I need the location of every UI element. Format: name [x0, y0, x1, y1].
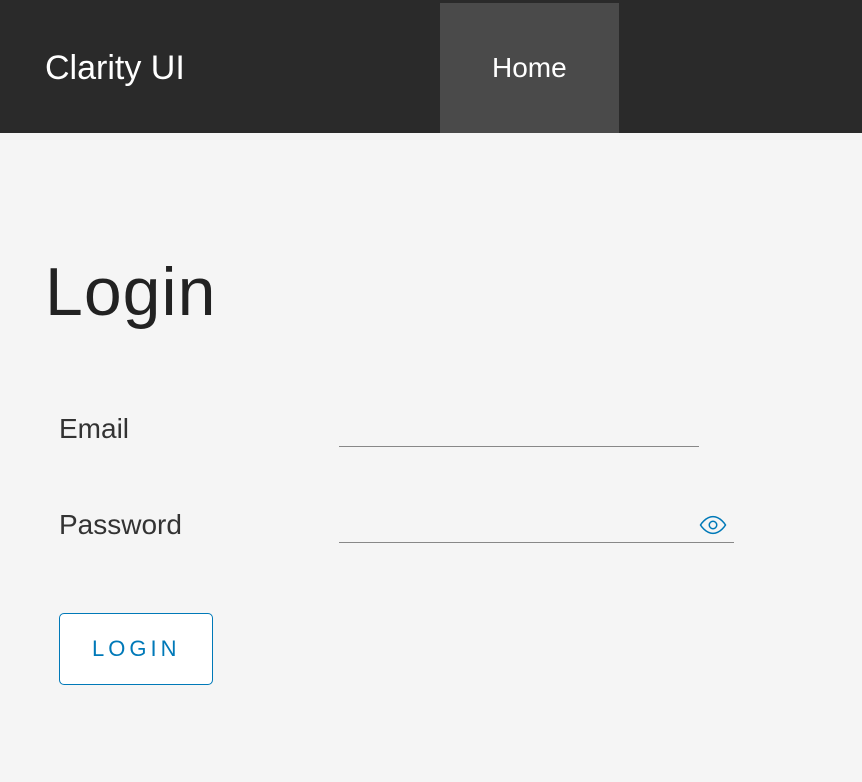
login-form: Email Password LOGIN: [45, 411, 817, 685]
eye-icon[interactable]: [698, 510, 728, 540]
password-label: Password: [59, 509, 339, 541]
main-content: Login Email Password LOGIN: [0, 133, 862, 725]
password-input[interactable]: [339, 507, 734, 543]
app-header: Clarity UI Home: [0, 3, 862, 133]
password-row: Password: [59, 507, 817, 543]
email-input-wrap: [339, 411, 699, 447]
email-input[interactable]: [339, 411, 699, 447]
brand-title: Clarity UI: [0, 3, 440, 133]
nav-home[interactable]: Home: [440, 3, 619, 133]
password-input-wrap: [339, 507, 734, 543]
page-title: Login: [45, 253, 817, 331]
main-nav: Home: [440, 3, 619, 133]
login-button[interactable]: LOGIN: [59, 613, 213, 685]
email-row: Email: [59, 411, 817, 447]
email-label: Email: [59, 413, 339, 445]
